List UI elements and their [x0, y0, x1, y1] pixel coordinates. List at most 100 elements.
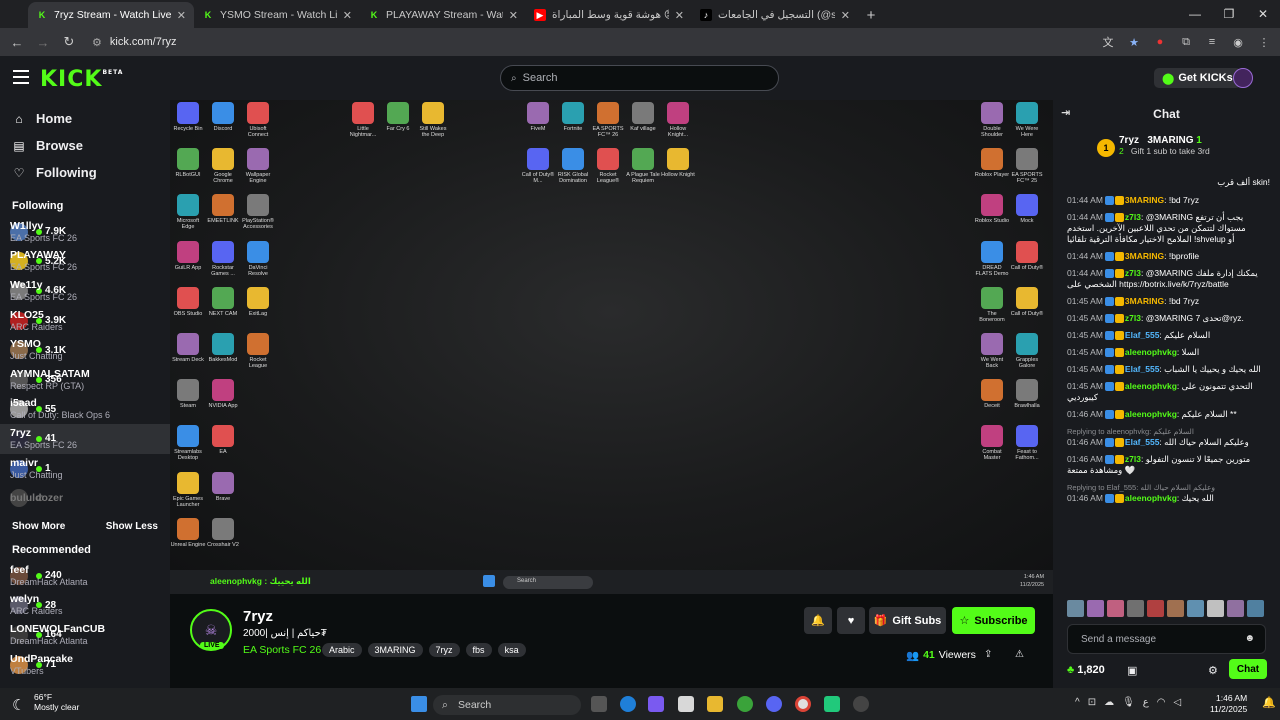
reload-button[interactable]: ↻ — [58, 31, 80, 53]
chat-username[interactable]: aleenophvkg — [1125, 493, 1177, 503]
volume-icon[interactable]: ◁ — [1174, 697, 1182, 708]
emote-icon[interactable] — [1187, 600, 1204, 617]
minimize-button[interactable]: — — [1178, 0, 1212, 28]
tag[interactable]: 3MARING — [367, 643, 423, 657]
sidebar-channel[interactable]: LONEWOLFanCUB DreamHack Atlanta 164 — [0, 620, 170, 650]
app-icon[interactable] — [824, 696, 840, 712]
browser-tab[interactable]: K PLAYAWAY Stream - Watch Live on Kick ✕ — [360, 2, 526, 28]
xbox-icon[interactable] — [737, 696, 753, 712]
notification-bell-icon[interactable]: 🔔 — [1262, 696, 1276, 709]
site-info-icon[interactable]: ⚙ — [92, 36, 102, 49]
chat-username[interactable]: aleenophvkg — [1125, 381, 1177, 391]
tag[interactable]: fbs — [465, 643, 492, 657]
tray-chevron-icon[interactable]: ^ — [1075, 697, 1080, 708]
close-tab-icon[interactable]: ✕ — [343, 9, 352, 22]
extensions-puzzle-icon[interactable]: ⧉ — [1176, 32, 1196, 52]
emote-icon[interactable] — [1067, 600, 1084, 617]
menu-hamburger-icon[interactable] — [13, 70, 29, 84]
back-button[interactable]: ← — [6, 31, 28, 53]
chat-username[interactable]: z7l3 — [1125, 268, 1141, 278]
network-icon[interactable]: ⊡ — [1088, 697, 1096, 708]
chat-username[interactable]: z7l3 — [1125, 212, 1141, 222]
show-less-button[interactable]: Show Less — [106, 521, 158, 532]
taskbar-clock[interactable]: 1:46 AM 11/2/2025 — [1210, 693, 1247, 715]
emote-icon[interactable] — [1147, 600, 1164, 617]
tag[interactable]: Arabic — [322, 643, 362, 657]
task-view-icon[interactable] — [591, 696, 607, 712]
chat-username[interactable]: Elaf_555 — [1125, 364, 1160, 374]
user-avatar[interactable] — [1233, 68, 1253, 88]
emote-icon[interactable] — [1167, 600, 1184, 617]
notification-bell-button[interactable]: 🔔 — [804, 607, 832, 634]
emote-icon[interactable] — [1087, 600, 1104, 617]
chrome-icon[interactable] — [795, 696, 811, 712]
store-icon[interactable] — [678, 696, 694, 712]
tab-search-icon[interactable]: ≡ — [1202, 32, 1222, 52]
gift-subs-button[interactable]: 🎁 Gift Subs — [869, 607, 946, 634]
discord-icon[interactable] — [766, 696, 782, 712]
search-input[interactable]: ⌕ Search — [500, 65, 779, 91]
browser-tab[interactable]: ▶ هوشة قوية وسط المباراة 😡 ✕ — [526, 2, 692, 28]
extension-icon[interactable]: ● — [1150, 32, 1170, 52]
close-tab-icon[interactable]: ✕ — [509, 9, 518, 22]
gift-box-icon[interactable]: ▣ — [1127, 664, 1137, 677]
nav-following[interactable]: ♡ Following — [0, 159, 170, 186]
chat-username[interactable]: z7l3 — [1125, 454, 1141, 464]
chat-username[interactable]: 3MARING — [1125, 296, 1164, 306]
share-icon[interactable]: ⇪ — [984, 649, 992, 660]
sidebar-channel[interactable]: maivr Just Chatting 1 — [0, 454, 170, 484]
sidebar-channel[interactable]: We11y EA Sports FC 26 4.6K — [0, 276, 170, 306]
tag[interactable]: ksa — [497, 643, 526, 657]
chat-send-button[interactable]: Chat — [1229, 659, 1267, 679]
chat-username[interactable]: Elaf_555 — [1125, 437, 1160, 447]
nav-browse[interactable]: ▤ Browse — [0, 132, 170, 159]
close-tab-icon[interactable]: ✕ — [841, 9, 850, 22]
chat-username[interactable]: 3MARING — [1125, 251, 1164, 261]
browser-menu-icon[interactable]: ⋮ — [1254, 32, 1274, 52]
profile-avatar-icon[interactable]: ◉ — [1228, 32, 1248, 52]
emote-icon[interactable] — [1247, 600, 1264, 617]
sidebar-channel[interactable]: W1llyv EA Sports FC 26 7.9K — [0, 217, 170, 247]
chat-username[interactable]: z7l3 — [1125, 313, 1141, 323]
chat-settings-icon[interactable]: ⚙ — [1208, 664, 1218, 677]
video-player[interactable]: Recycle Bin Discord Ubisoft Connect RLBotGU… — [170, 100, 1053, 594]
emote-icon[interactable] — [1227, 600, 1244, 617]
chat-username[interactable]: 3MARING — [1125, 195, 1164, 205]
sidebar-channel[interactable]: AYMNALSATAM Respect RP (GTA) 356 — [0, 365, 170, 395]
sidebar-channel[interactable]: i5aad Call of Duty: Black Ops 6 55 — [0, 395, 170, 425]
collapse-chat-icon[interactable]: ⇥ — [1061, 106, 1070, 119]
emote-icon[interactable] — [1107, 600, 1124, 617]
browser-tab[interactable]: ♪ التسجيل في الجامعات (@sajjel) ✕ — [692, 2, 858, 28]
edge-icon[interactable] — [620, 696, 636, 712]
sidebar-channel[interactable]: feef DreamHack Atlanta 240 — [0, 561, 170, 591]
sidebar-channel[interactable]: bululdozer ⊘ — [0, 483, 170, 513]
sidebar-channel[interactable]: YSMO Just Chatting 3.1K — [0, 335, 170, 365]
emote-icon[interactable] — [1127, 600, 1144, 617]
sidebar-channel[interactable]: PLAYAWAY EA Sports FC 26 5.2K — [0, 247, 170, 277]
close-tab-icon[interactable]: ✕ — [177, 9, 186, 22]
follow-button[interactable]: ♥ — [837, 607, 865, 634]
maximize-button[interactable]: ❐ — [1212, 0, 1246, 28]
file-explorer-icon[interactable] — [707, 696, 723, 712]
browser-tab[interactable]: K YSMO Stream - Watch Live on Kick ✕ — [194, 2, 360, 28]
show-more-button[interactable]: Show More — [12, 521, 65, 532]
bookmark-star-icon[interactable]: ★ — [1124, 32, 1144, 52]
get-kicks-button[interactable]: ⬤ Get KICKs — [1154, 68, 1241, 88]
translate-icon[interactable]: 文 — [1098, 32, 1118, 52]
taskbar-search[interactable]: ⌕ Search — [433, 695, 581, 715]
send-message-input[interactable]: Send a message ☻ — [1067, 624, 1266, 654]
streamer-name[interactable]: 7ryz — [243, 608, 273, 625]
chat-username[interactable]: aleenophvkg — [1125, 347, 1177, 357]
sidebar-channel[interactable]: welyn ARC Raiders 28 — [0, 591, 170, 621]
new-tab-button[interactable]: + — [858, 2, 884, 28]
report-icon[interactable]: ⚠ — [1015, 649, 1024, 660]
mic-icon[interactable]: 🎙 — [1122, 697, 1135, 708]
browser-tab[interactable]: K 7ryz Stream - Watch Live on Kick ✕ — [28, 2, 194, 28]
emoji-icon[interactable]: ☻ — [1244, 633, 1255, 644]
tag[interactable]: 7ryz — [428, 643, 460, 657]
chat-username[interactable]: Elaf_555 — [1125, 330, 1160, 340]
close-tab-icon[interactable]: ✕ — [675, 9, 684, 22]
wifi-icon[interactable]: ◠ — [1157, 697, 1166, 708]
language-icon[interactable]: ع — [1143, 697, 1149, 708]
kick-logo[interactable]: KICKBETA — [40, 67, 123, 92]
